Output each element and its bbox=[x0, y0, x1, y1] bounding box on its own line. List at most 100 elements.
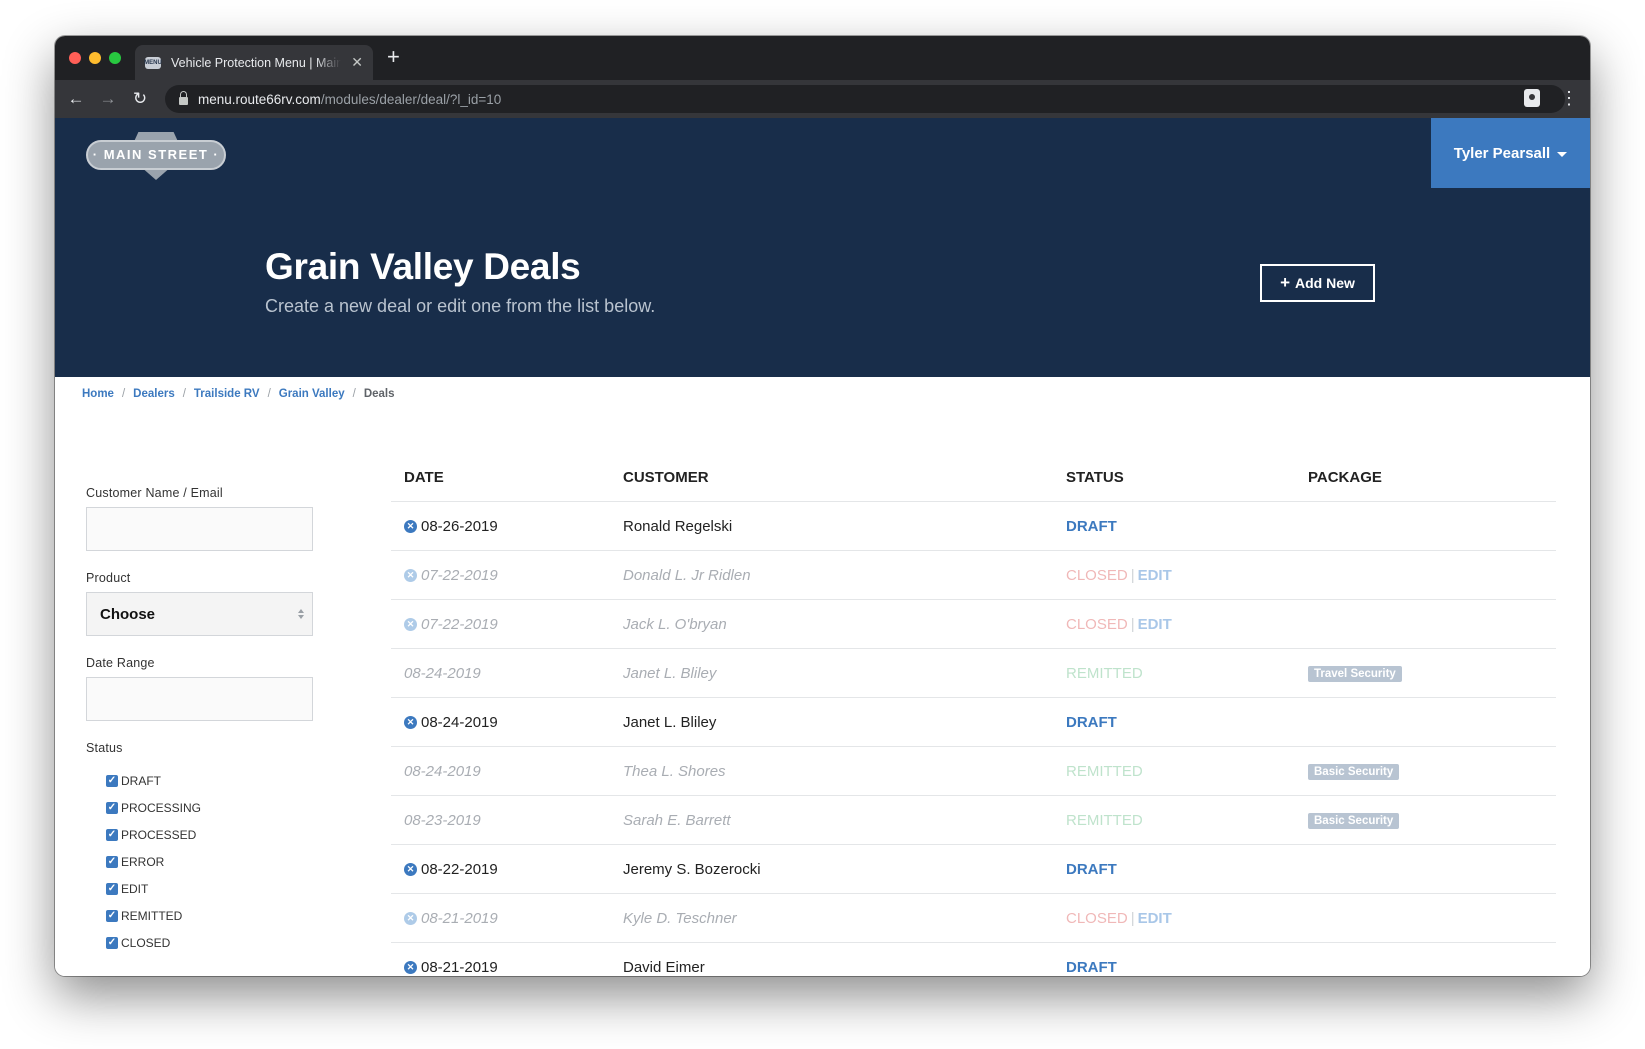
edit-link[interactable]: EDIT bbox=[1138, 910, 1172, 927]
table-row[interactable]: 08-24-2019 Thea L. Shores REMITTED Basic Se… bbox=[391, 747, 1556, 796]
table-row[interactable]: ✕ 08-26-2019 Ronald Regelski DRAFT bbox=[391, 502, 1556, 551]
status-checkbox-label: DRAFT bbox=[121, 773, 161, 788]
browser-tab-strip: MENU Vehicle Protection Menu | Main Stre… bbox=[55, 36, 1590, 80]
date-text: 08-21-2019 bbox=[421, 958, 498, 976]
page-header: · MAIN STREET · Tyler Pearsall Grain Val… bbox=[55, 118, 1590, 377]
logo-text: · MAIN STREET · bbox=[92, 147, 220, 162]
product-select[interactable]: Choose bbox=[86, 592, 313, 636]
column-header-package[interactable]: PACKAGE bbox=[1308, 469, 1556, 486]
checkbox-checked-icon[interactable]: ✓ bbox=[106, 774, 118, 787]
date-text: 07-22-2019 bbox=[421, 615, 498, 633]
customer-search-input[interactable] bbox=[86, 507, 313, 551]
lock-icon bbox=[179, 91, 188, 105]
date-text: 08-21-2019 bbox=[421, 909, 498, 927]
checkbox-checked-icon[interactable]: ✓ bbox=[106, 882, 118, 895]
status-text[interactable]: DRAFT bbox=[1066, 861, 1117, 878]
screen: MENU Vehicle Protection Menu | Main Stre… bbox=[0, 0, 1645, 1049]
customer-cell[interactable]: Donald L. Jr Ridlen bbox=[623, 567, 1066, 584]
date-cell: ✕ 08-26-2019 bbox=[391, 518, 623, 535]
checkbox-checked-icon[interactable]: ✓ bbox=[106, 855, 118, 868]
maximize-window-button[interactable] bbox=[109, 52, 121, 64]
back-arrow-icon[interactable]: ← bbox=[65, 89, 87, 109]
edit-link[interactable]: EDIT bbox=[1138, 616, 1172, 633]
user-menu-button[interactable]: Tyler Pearsall bbox=[1431, 118, 1590, 188]
customer-cell[interactable]: Janet L. Bliley bbox=[623, 714, 1066, 731]
date-range-input[interactable] bbox=[86, 677, 313, 721]
breadcrumb-dealers[interactable]: Dealers bbox=[133, 388, 175, 400]
status-checkbox-closed[interactable]: ✓ CLOSED bbox=[106, 929, 326, 956]
delete-icon[interactable]: ✕ bbox=[404, 715, 417, 729]
status-text: CLOSED bbox=[1066, 909, 1128, 927]
status-checkbox-error[interactable]: ✓ ERROR bbox=[106, 848, 326, 875]
column-header-status[interactable]: STATUS bbox=[1066, 469, 1308, 486]
reload-icon[interactable]: ↻ bbox=[129, 89, 151, 109]
date-cell: 08-23-2019 bbox=[391, 812, 623, 829]
status-checkbox-edit[interactable]: ✓ EDIT bbox=[106, 875, 326, 902]
date-cell: 08-24-2019 bbox=[391, 763, 623, 780]
close-window-button[interactable] bbox=[69, 52, 81, 64]
page-title: Grain Valley Deals bbox=[265, 246, 581, 287]
table-row[interactable]: ✕ 08-21-2019 Kyle D. Teschner CLOSED | EDIT bbox=[391, 894, 1556, 943]
checkbox-checked-icon[interactable]: ✓ bbox=[106, 936, 118, 949]
column-header-date[interactable]: DATE bbox=[391, 469, 623, 486]
delete-icon[interactable]: ✕ bbox=[404, 519, 417, 533]
delete-icon[interactable]: ✕ bbox=[404, 568, 417, 582]
delete-icon[interactable]: ✕ bbox=[404, 617, 417, 631]
table-row[interactable]: ✕ 07-22-2019 Jack L. O'bryan CLOSED | EDIT bbox=[391, 600, 1556, 649]
status-text[interactable]: DRAFT bbox=[1066, 518, 1117, 535]
package-badge: Basic Security bbox=[1308, 764, 1400, 780]
date-cell: ✕ 07-22-2019 bbox=[391, 616, 623, 633]
browser-tab[interactable]: MENU Vehicle Protection Menu | Main Stre… bbox=[135, 45, 373, 80]
breadcrumb-home[interactable]: Home bbox=[82, 388, 114, 400]
new-tab-icon[interactable]: + bbox=[387, 46, 400, 68]
delete-icon[interactable]: ✕ bbox=[404, 960, 417, 974]
column-header-customer[interactable]: CUSTOMER bbox=[623, 469, 1066, 486]
checkbox-checked-icon[interactable]: ✓ bbox=[106, 801, 118, 814]
table-row[interactable]: ✕ 08-24-2019 Janet L. Bliley DRAFT bbox=[391, 698, 1556, 747]
table-row[interactable]: ✕ 08-21-2019 David Eimer DRAFT bbox=[391, 943, 1556, 976]
customer-cell[interactable]: Janet L. Bliley bbox=[623, 665, 1066, 682]
status-cell: REMITTED bbox=[1066, 665, 1308, 682]
customer-cell[interactable]: Jeremy S. Bozerocki bbox=[623, 861, 1066, 878]
status-checkbox-remitted[interactable]: ✓ REMITTED bbox=[106, 902, 326, 929]
table-row[interactable]: ✕ 08-22-2019 Jeremy S. Bozerocki DRAFT bbox=[391, 845, 1556, 894]
main-street-logo[interactable]: · MAIN STREET · bbox=[86, 132, 226, 180]
minimize-window-button[interactable] bbox=[89, 52, 101, 64]
close-tab-icon[interactable]: ✕ bbox=[351, 54, 363, 71]
add-new-button[interactable]: + Add New bbox=[1260, 264, 1375, 302]
favicon-icon: MENU bbox=[144, 56, 162, 69]
date-range-label: Date Range bbox=[86, 656, 155, 670]
filter-panel: Customer Name / Email Product Choose Dat… bbox=[86, 486, 326, 956]
customer-cell[interactable]: Thea L. Shores bbox=[623, 763, 1066, 780]
breadcrumb: Home / Dealers / Trailside RV / Grain Va… bbox=[82, 388, 395, 400]
forward-arrow-icon[interactable]: → bbox=[97, 89, 119, 109]
status-text[interactable]: DRAFT bbox=[1066, 959, 1117, 976]
delete-icon[interactable]: ✕ bbox=[404, 862, 417, 876]
breadcrumb-trailside-rv[interactable]: Trailside RV bbox=[194, 388, 260, 400]
status-checkbox-processing[interactable]: ✓ PROCESSING bbox=[106, 794, 326, 821]
status-checkbox-draft[interactable]: ✓ DRAFT bbox=[106, 767, 326, 794]
date-cell: ✕ 08-21-2019 bbox=[391, 959, 623, 976]
checkbox-checked-icon[interactable]: ✓ bbox=[106, 909, 118, 922]
profile-icon[interactable] bbox=[1524, 89, 1540, 107]
customer-cell[interactable]: Ronald Regelski bbox=[623, 518, 1066, 535]
customer-cell[interactable]: Jack L. O'bryan bbox=[623, 616, 1066, 633]
deals-table: DATE CUSTOMER STATUS PACKAGE ✕ 08-26-2019… bbox=[391, 453, 1556, 976]
delete-icon[interactable]: ✕ bbox=[404, 911, 417, 925]
edit-link[interactable]: EDIT bbox=[1138, 567, 1172, 584]
table-row[interactable]: 08-24-2019 Janet L. Bliley REMITTED Travel … bbox=[391, 649, 1556, 698]
customer-cell[interactable]: Kyle D. Teschner bbox=[623, 910, 1066, 927]
checkbox-checked-icon[interactable]: ✓ bbox=[106, 828, 118, 841]
breadcrumb-grain-valley[interactable]: Grain Valley bbox=[279, 388, 345, 400]
address-bar[interactable]: menu.route66rv.com/modules/dealer/deal/?… bbox=[165, 85, 1565, 113]
customer-cell[interactable]: Sarah E. Barrett bbox=[623, 812, 1066, 829]
window-controls bbox=[69, 52, 121, 64]
customer-cell[interactable]: David Eimer bbox=[623, 959, 1066, 976]
table-row[interactable]: 08-23-2019 Sarah E. Barrett REMITTED Basic … bbox=[391, 796, 1556, 845]
more-menu-icon[interactable]: ⋮ bbox=[1560, 89, 1578, 107]
status-checkbox-processed[interactable]: ✓ PROCESSED bbox=[106, 821, 326, 848]
table-row[interactable]: ✕ 07-22-2019 Donald L. Jr Ridlen CLOSED | EDI… bbox=[391, 551, 1556, 600]
status-text[interactable]: DRAFT bbox=[1066, 714, 1117, 731]
status-divider: | bbox=[1130, 615, 1135, 633]
breadcrumb-separator: / bbox=[267, 388, 271, 400]
